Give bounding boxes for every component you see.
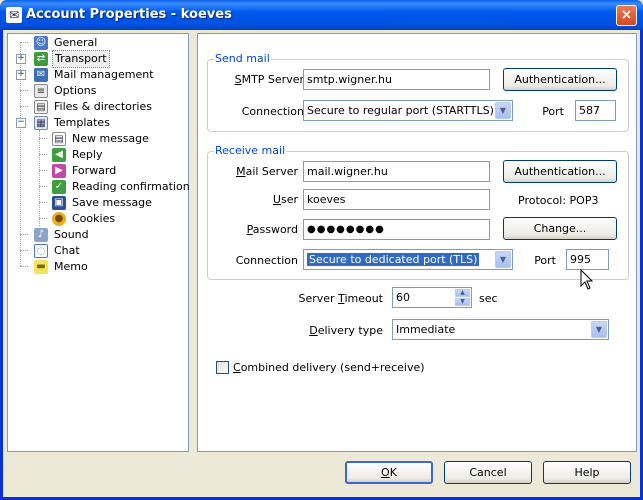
- tree-item-general[interactable]: ☺ General: [34, 35, 99, 51]
- tree-line: [39, 202, 47, 203]
- tree-item-save-message[interactable]: ▣ Save message: [52, 195, 154, 211]
- mail-server-input[interactable]: mail.wigner.hu: [303, 161, 490, 182]
- send-connection-select[interactable]: Secure to regular port (STARTTLS) ▼: [303, 100, 513, 121]
- chevron-down-icon[interactable]: ▼: [591, 321, 607, 338]
- tree-line: [39, 218, 47, 219]
- spin-up-icon[interactable]: ▲: [455, 289, 470, 297]
- chevron-down-icon[interactable]: ▼: [495, 102, 511, 119]
- smtp-server-label: SMTP Server: [234, 73, 304, 86]
- tree-line: [20, 42, 28, 43]
- tree-item-sound[interactable]: ♪ Sound: [34, 227, 91, 243]
- chat-icon: ◌: [34, 244, 48, 258]
- smtp-server-input[interactable]: smtp.wigner.hu: [303, 69, 490, 90]
- server-timeout-stepper[interactable]: ▲ ▼: [455, 289, 470, 306]
- options-icon: ≡: [34, 84, 48, 98]
- cancel-button[interactable]: Cancel: [444, 461, 532, 484]
- tree-line: [20, 90, 28, 91]
- tree-item-templates[interactable]: ▦ Templates: [34, 115, 112, 131]
- receive-connection-label: Connection: [235, 254, 298, 267]
- send-mail-group: Send mail SMTP Server smtp.wigner.hu Aut…: [207, 52, 629, 132]
- combined-delivery-checkbox[interactable]: [216, 361, 229, 374]
- expand-mail-management-toggle[interactable]: +: [16, 70, 26, 80]
- combined-delivery-label[interactable]: Combined delivery (send+receive): [233, 361, 425, 374]
- receive-mail-title: Receive mail: [214, 144, 287, 157]
- spin-down-icon[interactable]: ▼: [455, 298, 470, 306]
- user-input[interactable]: koeves: [303, 189, 490, 210]
- tree-item-new-message[interactable]: ▤ New message: [52, 131, 151, 147]
- tree-item-reply[interactable]: ◀ Reply: [52, 147, 104, 163]
- server-timeout-label: Server Timeout: [298, 292, 383, 305]
- window-title: Account Properties - koeves: [26, 7, 232, 22]
- close-icon: ×: [620, 7, 633, 23]
- tree-line: [39, 130, 40, 226]
- tree-line: [39, 154, 47, 155]
- files-icon: ▤: [34, 100, 48, 114]
- receive-authentication-button[interactable]: Authentication...: [503, 160, 617, 183]
- help-button[interactable]: Help: [543, 461, 631, 484]
- tree-line: [20, 250, 28, 251]
- password-input[interactable]: ●●●●●●●●: [303, 219, 490, 240]
- new-message-icon: ▤: [52, 132, 66, 146]
- expand-transport-toggle[interactable]: +: [16, 54, 26, 64]
- tree-item-cookies[interactable]: ● Cookies: [52, 211, 117, 227]
- transport-settings-panel: Send mail SMTP Server smtp.wigner.hu Aut…: [197, 33, 637, 452]
- forward-icon: ▶: [52, 164, 66, 178]
- tree-item-chat[interactable]: ◌ Chat: [34, 243, 82, 259]
- send-mail-title: Send mail: [214, 52, 271, 65]
- tree-item-options[interactable]: ≡ Options: [34, 83, 98, 99]
- tree-line: [39, 170, 47, 171]
- ok-button[interactable]: OK: [345, 461, 433, 484]
- memo-icon: ▬: [34, 260, 48, 274]
- settings-tree[interactable]: + + − ☺ General ⇄ Transport ✉ Mail manageme…: [7, 33, 192, 452]
- password-label: Password: [246, 223, 298, 236]
- tree-item-transport[interactable]: ⇄ Transport: [34, 50, 110, 68]
- user-icon: ☺: [34, 36, 48, 50]
- receive-connection-select[interactable]: Secure to dedicated port (TLS) ▼: [303, 249, 513, 270]
- tree-item-forward[interactable]: ▶ Forward: [52, 163, 118, 179]
- delivery-type-label: Delivery type: [309, 324, 383, 337]
- timeout-unit: sec: [479, 292, 498, 305]
- send-connection-label: Connection: [241, 105, 304, 118]
- mouse-pointer-icon: [580, 269, 594, 290]
- tree-item-files-directories[interactable]: ▤ Files & directories: [34, 99, 154, 115]
- reply-icon: ◀: [52, 148, 66, 162]
- receive-port-label: Port: [534, 254, 556, 267]
- collapse-templates-toggle[interactable]: −: [16, 118, 26, 128]
- save-icon: ▣: [52, 196, 66, 210]
- account-properties-window: ✉ Account Properties - koeves × + + − ☺ G…: [0, 0, 643, 500]
- cookies-icon: ●: [52, 212, 66, 226]
- templates-icon: ▦: [34, 116, 48, 130]
- change-password-button[interactable]: Change...: [503, 217, 617, 240]
- close-button[interactable]: ×: [616, 5, 637, 26]
- tree-item-mail-management[interactable]: ✉ Mail management: [34, 67, 156, 83]
- mail-server-label: Mail Server: [236, 165, 298, 178]
- chevron-down-icon[interactable]: ▼: [495, 251, 511, 268]
- receive-mail-group: Receive mail Mail Server mail.wigner.hu …: [207, 144, 629, 280]
- tree-item-reading-confirmation[interactable]: ✓ Reading confirmation: [52, 179, 192, 195]
- send-authentication-button[interactable]: Authentication...: [503, 68, 617, 91]
- tree-line: [20, 266, 28, 267]
- tree-line: [20, 234, 28, 235]
- tree-line: [39, 186, 47, 187]
- tree-line: [20, 106, 28, 107]
- receive-port-input[interactable]: 995: [566, 249, 609, 270]
- tree-item-memo[interactable]: ▬ Memo: [34, 259, 90, 275]
- protocol-text: Protocol: POP3: [518, 194, 599, 207]
- sound-icon: ♪: [34, 228, 48, 242]
- reading-confirmation-icon: ✓: [52, 180, 66, 194]
- tree-line: [39, 138, 47, 139]
- app-icon: ✉: [6, 7, 22, 23]
- transport-icon: ⇄: [34, 52, 48, 66]
- delivery-type-select[interactable]: Immediate ▼: [392, 319, 609, 340]
- send-port-input[interactable]: 587: [575, 100, 616, 121]
- mail-management-icon: ✉: [34, 68, 48, 82]
- user-label: User: [272, 193, 298, 206]
- send-port-label: Port: [542, 105, 564, 118]
- title-bar[interactable]: ✉ Account Properties - koeves ×: [0, 0, 643, 30]
